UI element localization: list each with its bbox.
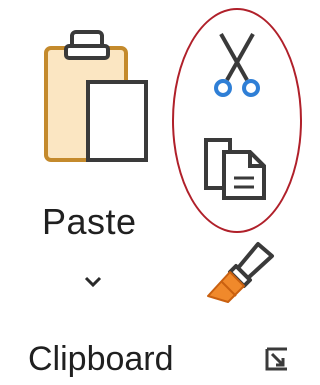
paintbrush-icon — [207, 242, 274, 303]
format-painter-button[interactable] — [200, 238, 280, 310]
clipboard-paste-icon — [44, 30, 148, 162]
cut-button[interactable] — [205, 28, 269, 100]
chevron-down-icon[interactable] — [78, 270, 108, 292]
group-label: Clipboard — [28, 340, 174, 378]
copy-button[interactable] — [200, 132, 272, 204]
paste-button[interactable]: Paste — [20, 18, 180, 318]
scissors-icon — [214, 33, 260, 97]
copy-icon — [204, 138, 266, 200]
paste-label: Paste — [42, 201, 137, 242]
dialog-launcher-icon[interactable] — [263, 345, 291, 373]
